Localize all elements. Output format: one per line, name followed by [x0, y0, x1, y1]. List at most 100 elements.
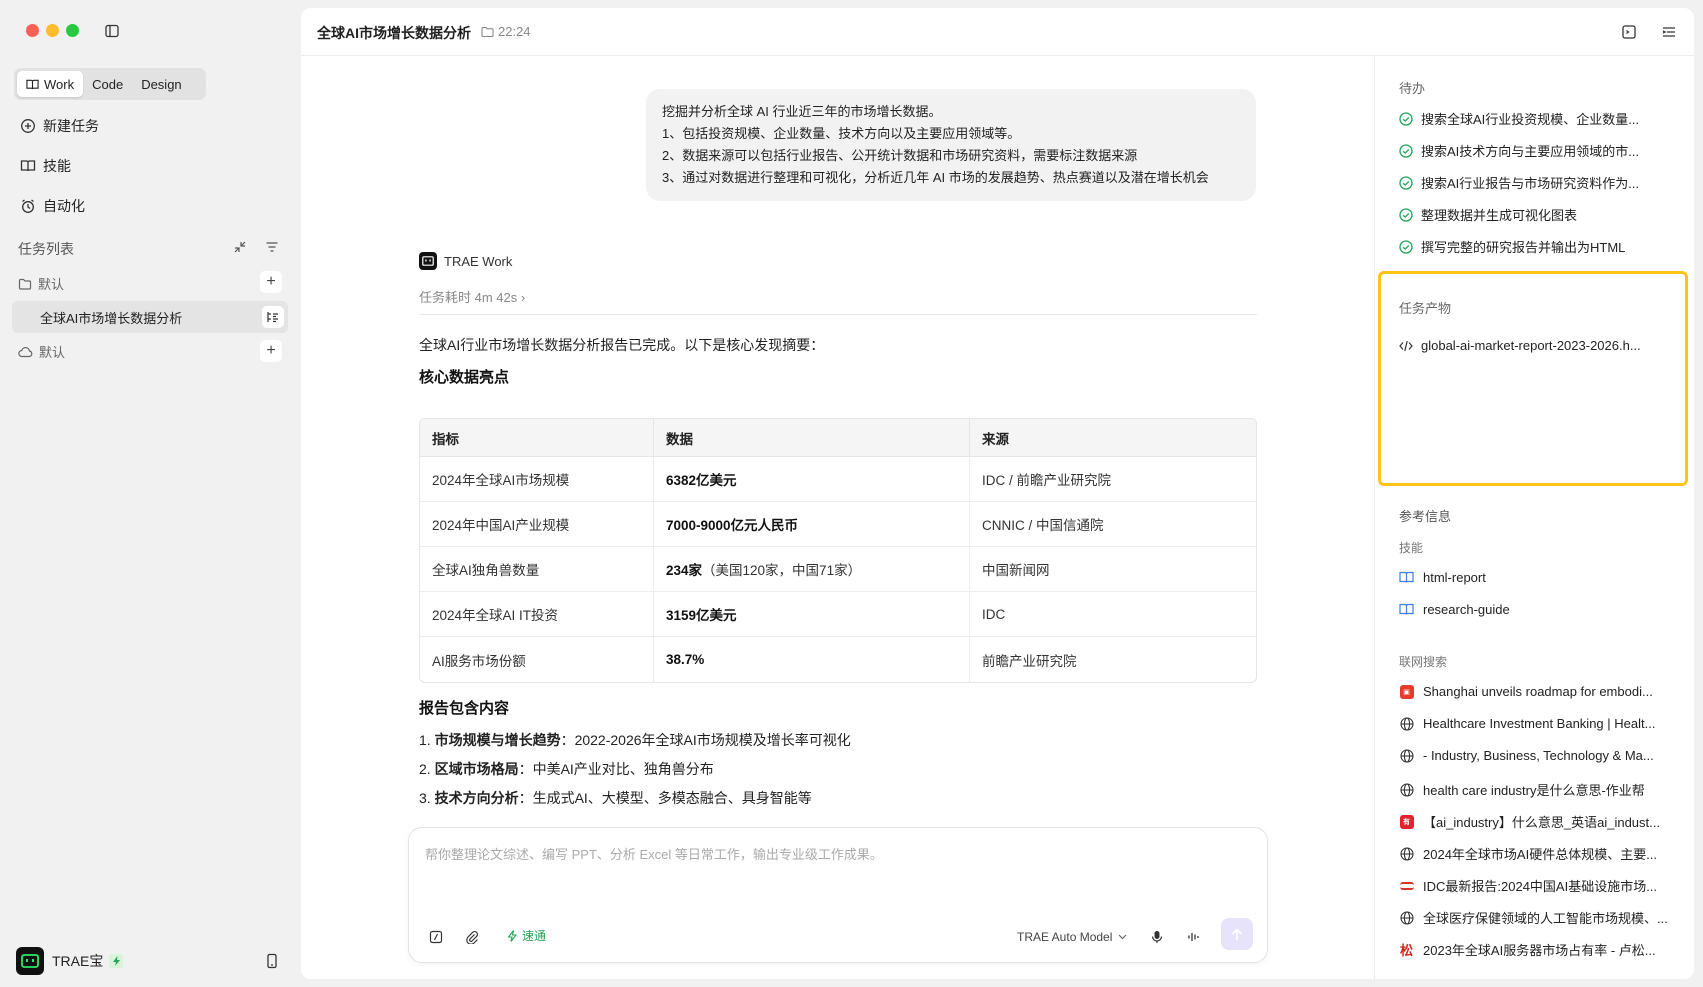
nav-new-task[interactable]: 新建任务 — [20, 116, 99, 136]
web-result-title: 全球医疗保健领域的人工智能市场规模、... — [1423, 911, 1668, 926]
agent-name: TRAE Work — [444, 253, 513, 269]
web-result-item[interactable]: 全球医疗保健领域的人工智能市场规模、... — [1399, 908, 1671, 927]
nav-automation[interactable]: 自动化 — [20, 196, 85, 216]
todo-item: 搜索全球AI行业投资规模、企业数量... — [1399, 109, 1669, 128]
mode-code-tab[interactable]: Code — [83, 71, 132, 97]
web-result-item[interactable]: 松 2023年全球AI服务器市场占有率 - 卢松... — [1399, 940, 1671, 959]
globe-icon — [1399, 748, 1414, 763]
todo-item: 整理数据并生成可视化图表 — [1399, 205, 1669, 224]
group-cloud-default[interactable]: 默认 — [18, 342, 65, 361]
web-result-title: Shanghai unveils roadmap for embodi... — [1423, 684, 1653, 699]
attachment-icon[interactable] — [465, 930, 479, 944]
nav-new-task-label: 新建任务 — [43, 118, 99, 134]
web-result-item[interactable]: 有【ai_industry】什么意思_英语ai_indust... — [1399, 812, 1671, 831]
value-cell: 3159亿美元 — [654, 592, 970, 637]
model-label: TRAE Auto Model — [1017, 930, 1113, 944]
minimize-window-button[interactable] — [46, 24, 59, 37]
todo-item: 搜索AI行业报告与市场研究资料作为... — [1399, 173, 1669, 192]
check-circle-icon — [1399, 143, 1413, 158]
bolt-icon — [507, 929, 518, 942]
app-window: Work Code Design 新建任务 技能 自动化 任务列表 默认 + 全… — [0, 0, 1703, 987]
voice-wave-icon[interactable] — [1187, 930, 1201, 944]
mode-code-label: Code — [92, 76, 124, 92]
skill-name: html-report — [1423, 570, 1486, 585]
section-heading: 报告包含内容 — [419, 700, 510, 717]
web-result-item[interactable]: - Industry, Business, Technology & Ma... — [1399, 748, 1671, 763]
skill-name: research-guide — [1423, 602, 1510, 617]
artifact-file[interactable]: global-ai-market-report-2023-2026.h... — [1399, 338, 1674, 353]
book-open-icon — [20, 160, 36, 172]
list-rest: ：2022-2026年全球AI市场规模及增长率可视化 — [560, 732, 851, 748]
web-result-item[interactable]: Healthcare Investment Banking | Healt... — [1399, 716, 1671, 731]
reference-heading: 参考信息 — [1399, 509, 1452, 524]
web-result-title: Healthcare Investment Banking | Healt... — [1423, 716, 1656, 731]
collapse-icon[interactable] — [233, 240, 247, 254]
value-cell: 38.7% — [654, 637, 970, 682]
preview-panel-icon[interactable] — [1621, 24, 1637, 43]
microphone-icon[interactable] — [1151, 930, 1163, 944]
value-cell: 7000-9000亿元人民币 — [654, 502, 970, 547]
web-result-item[interactable]: health care industry是什么意思-作业帮 — [1399, 780, 1671, 799]
book-icon — [26, 79, 39, 89]
model-selector[interactable]: TRAE Auto Model — [1017, 930, 1127, 944]
value-cell: 6382亿美元 — [654, 457, 970, 502]
task-list-icon[interactable] — [262, 306, 284, 328]
task-item-active[interactable]: 全球AI市场增长数据分析 — [12, 301, 288, 333]
skill-item[interactable]: research-guide — [1399, 602, 1671, 617]
check-circle-icon — [1399, 175, 1413, 190]
globe-icon — [1399, 716, 1414, 731]
artifacts-section: 任务产物 global-ai-market-report-2023-2026.h… — [1378, 271, 1688, 486]
dict-favicon: 有 — [1399, 814, 1414, 829]
table-row: 2024年全球AI市场规模 6382亿美元 IDC / 前瞻产业研究院 — [420, 457, 1256, 502]
todo-text: 撰写完整的研究报告并输出为HTML — [1421, 240, 1626, 255]
code-icon — [1399, 340, 1413, 351]
sidebar-toggle-icon[interactable] — [104, 23, 120, 39]
nav-skills[interactable]: 技能 — [20, 156, 71, 176]
mode-work-label: Work — [44, 76, 75, 92]
outline-panel-icon[interactable] — [1661, 24, 1677, 43]
skill-item[interactable]: html-report — [1399, 570, 1671, 585]
value-bold: 6382亿美元 — [666, 473, 737, 488]
send-button[interactable] — [1221, 918, 1253, 950]
composer-placeholder[interactable]: 帮你整理论文综述、编写 PPT、分析 Excel 等日常工作，输出专业级工作成果… — [425, 844, 883, 863]
value-cell: 234家（美国120家，中国71家） — [654, 547, 970, 592]
task-item-label: 全球AI市场增长数据分析 — [40, 310, 183, 326]
globe-icon — [1399, 782, 1414, 797]
source-cell: 中国新闻网 — [970, 547, 1256, 592]
filter-icon[interactable] — [265, 240, 279, 254]
mobile-device-icon[interactable] — [265, 953, 279, 972]
add-task-button[interactable]: + — [260, 271, 282, 293]
song-favicon-badge: 松 — [1399, 942, 1414, 958]
globe-icon — [1399, 846, 1414, 861]
user-message-line: 挖掘并分析全球 AI 行业近三年的市场增长数据。 — [662, 104, 942, 119]
book-open-icon — [1399, 602, 1414, 617]
task-duration-toggle[interactable]: 任务耗时 4m 42s › — [419, 287, 525, 306]
mode-design-tab[interactable]: Design — [132, 71, 190, 97]
web-result-item[interactable]: 2024年全球市场AI硬件总体规模、主要... — [1399, 844, 1671, 863]
globe-icon — [1399, 910, 1414, 925]
main-panel: 全球AI市场增长数据分析 22:24 挖掘并分析全球 AI 行业近三年的市场增长… — [301, 8, 1694, 979]
user-profile[interactable]: TRAE宝 — [16, 947, 124, 975]
web-result-item[interactable]: ▣ Shanghai unveils roadmap for embodi... — [1399, 684, 1671, 699]
slash-command-icon[interactable] — [429, 930, 443, 944]
top-bar: 全球AI市场增长数据分析 22:24 — [301, 8, 1694, 56]
todo-item: 搜索AI技术方向与主要应用领域的市... — [1399, 141, 1669, 160]
mode-work-tab[interactable]: Work — [17, 71, 84, 97]
speed-mode-button[interactable]: 速通 — [507, 927, 546, 944]
web-result-item[interactable]: IDC最新报告:2024中国AI基础设施市场... — [1399, 876, 1671, 895]
speed-mode-label: 速通 — [522, 929, 547, 943]
arrow-up-icon — [1231, 927, 1243, 940]
sidebar: Work Code Design 新建任务 技能 自动化 任务列表 默认 + 全… — [0, 0, 301, 987]
group-default-folder[interactable]: 默认 — [18, 274, 64, 293]
close-window-button[interactable] — [26, 24, 39, 37]
metric-cell: AI服务市场份额 — [420, 637, 654, 682]
message-composer[interactable]: 帮你整理论文综述、编写 PPT、分析 Excel 等日常工作，输出专业级工作成果… — [408, 827, 1268, 963]
song-favicon: 松 — [1399, 942, 1414, 958]
maximize-window-button[interactable] — [66, 24, 79, 37]
add-cloud-task-button[interactable]: + — [260, 340, 282, 362]
list-rest: ：中美AI产业对比、独角兽分布 — [518, 761, 714, 777]
todo-text: 搜索AI技术方向与主要应用领域的市... — [1421, 144, 1640, 159]
table-header-row: 指标 数据 来源 — [420, 419, 1256, 457]
list-num: 3. — [419, 790, 431, 806]
web-result-title: 【ai_industry】什么意思_英语ai_indust... — [1423, 815, 1660, 830]
